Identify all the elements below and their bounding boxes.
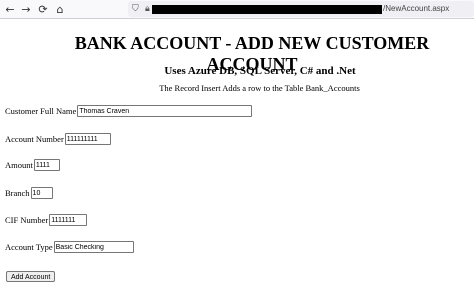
forward-arrow-icon[interactable]: →: [19, 2, 33, 16]
page-subtitle: Uses Azure DB, SQL Server, C# and .Net: [164, 65, 356, 77]
branch-field[interactable]: [30, 187, 53, 199]
account-number-label: Account Number: [5, 134, 64, 144]
full-name-field[interactable]: [77, 105, 253, 117]
back-arrow-icon[interactable]: ←: [3, 2, 17, 16]
redacted-url-segment: [152, 5, 382, 14]
address-bar[interactable]: ⛉ 🔒︎ /NewAccount.aspx: [128, 1, 474, 17]
full-name-label: Customer Full Name: [5, 106, 77, 116]
account-number-row: Account Number: [5, 133, 111, 145]
cif-number-field[interactable]: [49, 214, 88, 226]
cif-number-row: CIF Number: [5, 214, 88, 226]
page-note: The Record Insert Adds a row to the Tabl…: [159, 83, 360, 93]
url-text: /NewAccount.aspx: [383, 4, 450, 13]
shield-icon[interactable]: ⛉: [132, 3, 142, 15]
account-type-label: Account Type: [5, 242, 53, 252]
account-type-field[interactable]: [53, 241, 134, 253]
account-type-row: Account Type: [5, 241, 134, 253]
amount-field[interactable]: [33, 159, 60, 171]
cif-number-label: CIF Number: [5, 215, 49, 225]
branch-label: Branch: [5, 188, 30, 198]
reload-icon[interactable]: ⟳: [36, 2, 50, 16]
page-content: BANK ACCOUNT - ADD NEW CUSTOMER ACCOUNT …: [0, 19, 474, 293]
browser-toolbar: ← → ⟳ ⌂ ⛉ 🔒︎ /NewAccount.aspx: [0, 0, 474, 19]
account-number-field[interactable]: [64, 133, 111, 145]
full-name-row: Customer Full Name: [5, 105, 253, 117]
lock-icon[interactable]: 🔒︎: [145, 2, 150, 16]
amount-row: Amount: [5, 159, 60, 171]
amount-label: Amount: [5, 160, 33, 170]
home-icon[interactable]: ⌂: [53, 2, 67, 16]
branch-row: Branch: [5, 187, 53, 199]
add-account-button[interactable]: Add Account: [6, 271, 56, 282]
